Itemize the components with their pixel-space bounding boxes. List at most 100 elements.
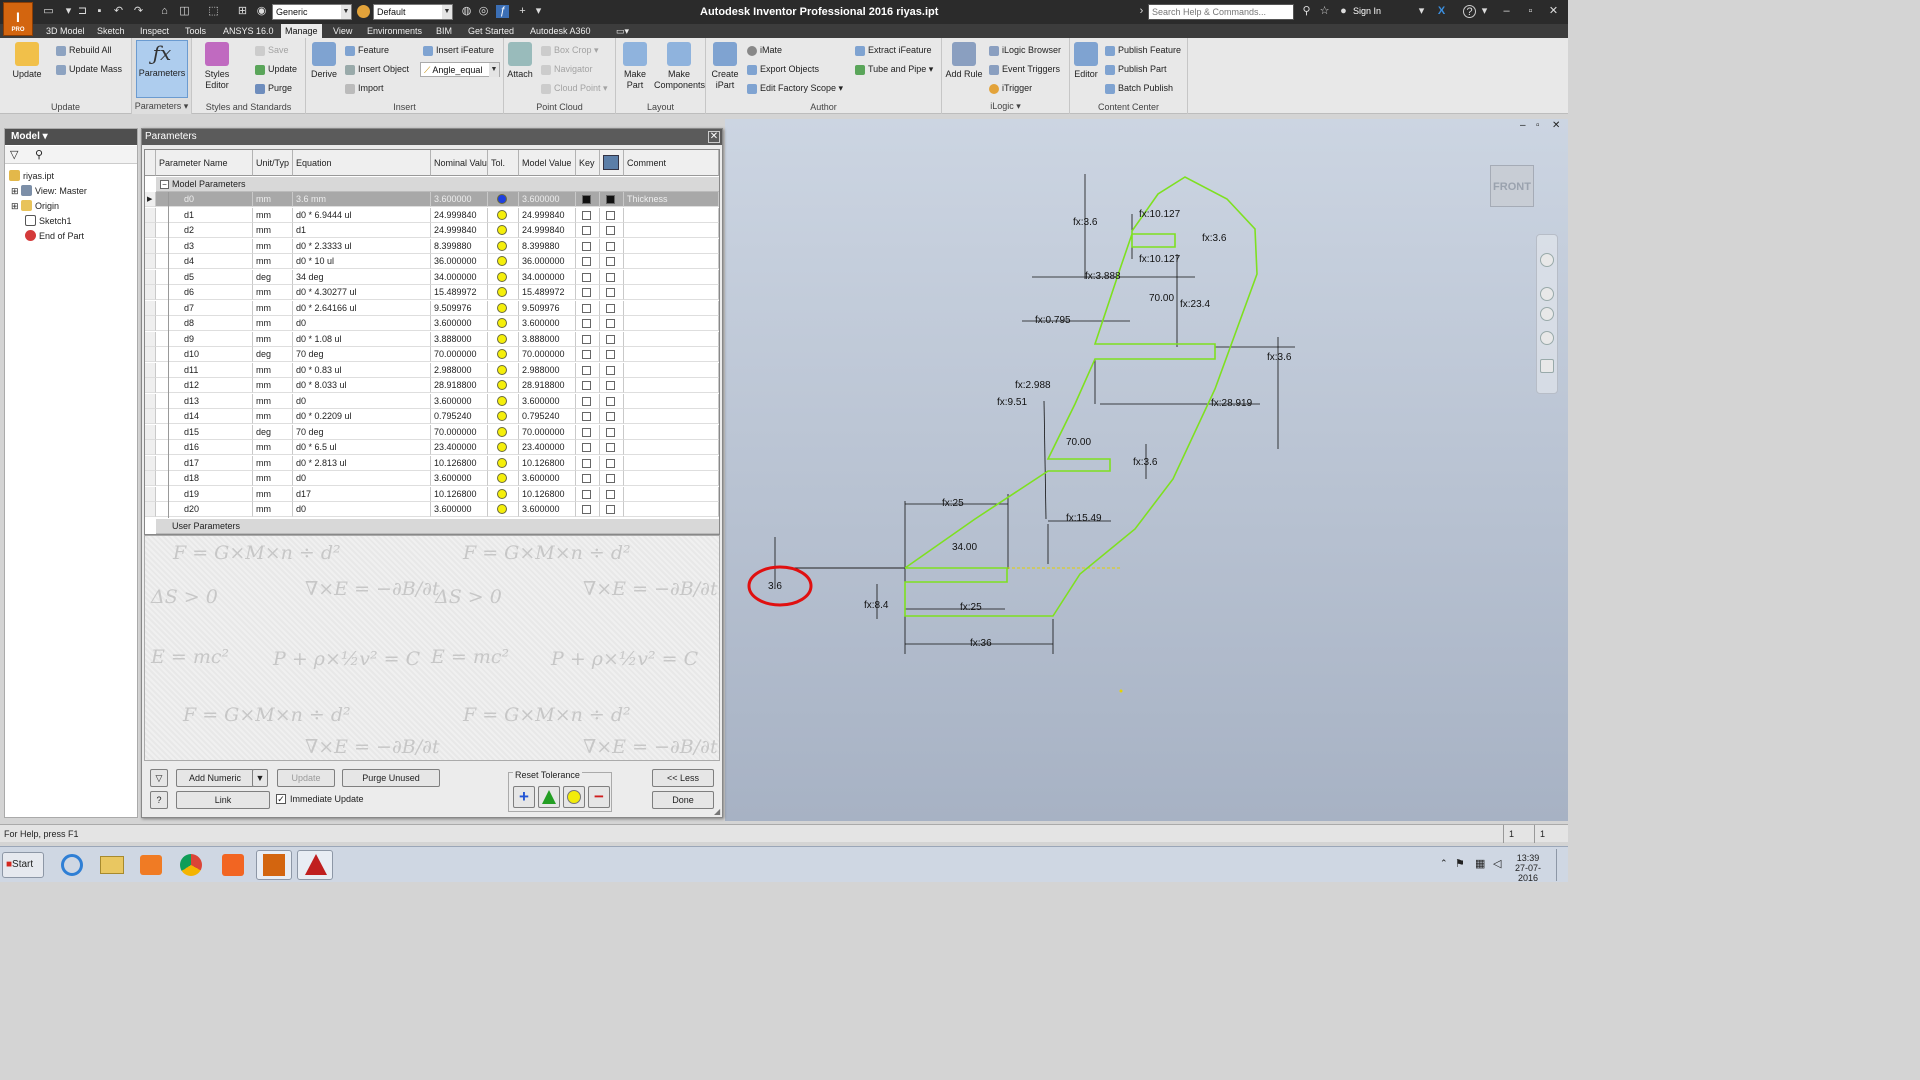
export-checkbox[interactable] (606, 195, 615, 204)
taskbar-media[interactable] (134, 850, 170, 880)
cell-tolerance[interactable] (488, 331, 519, 347)
make-part-button[interactable]: Make Part (618, 42, 652, 91)
dimension-label[interactable]: fx:25 (942, 498, 964, 509)
table-row[interactable]: d17 mm d0 * 2.813 ul 10.126800 10.126800 (145, 455, 719, 471)
done-button[interactable]: Done (652, 791, 714, 809)
cell-eq[interactable]: 70 deg (293, 347, 431, 362)
resize-grip-icon[interactable]: ◢ (714, 807, 720, 816)
key-checkbox[interactable] (582, 474, 591, 483)
tab-bim[interactable]: BIM (432, 24, 456, 38)
tab-extra-icon[interactable]: ▭▾ (612, 24, 633, 38)
row-selector[interactable] (145, 455, 156, 471)
cell-eq[interactable]: d0 * 6.5 ul (293, 440, 431, 455)
cell-eq[interactable]: d0 * 2.64166 ul (293, 300, 431, 316)
open-icon[interactable]: ▾ (62, 5, 75, 18)
cell-eq[interactable]: d0 (293, 502, 431, 517)
taskbar-explorer[interactable] (94, 850, 130, 880)
cell-tolerance[interactable] (488, 424, 519, 440)
dimension-label[interactable]: fx:3.6 (1202, 233, 1226, 244)
row-selector[interactable] (145, 316, 156, 331)
cell-comment[interactable] (624, 455, 719, 471)
collapse-icon[interactable]: − (160, 180, 169, 189)
styles-editor-button[interactable]: Styles Editor (197, 42, 237, 91)
cell-eq[interactable]: d0 * 2.813 ul (293, 455, 431, 471)
cell-tolerance[interactable] (488, 409, 519, 424)
key-checkbox[interactable] (582, 396, 591, 406)
table-row[interactable]: d5 deg 34 deg 34.000000 34.000000 (145, 269, 719, 285)
export-checkbox[interactable] (606, 489, 615, 499)
export-checkbox[interactable] (606, 303, 615, 313)
cell-eq[interactable]: d0 * 2.3333 ul (293, 238, 431, 254)
imate-button[interactable]: iMate (746, 43, 782, 58)
batch-publish-button[interactable]: Batch Publish (1104, 81, 1173, 96)
export-column-header[interactable] (600, 150, 624, 176)
row-selector[interactable] (145, 362, 156, 378)
dimension-label[interactable]: fx:0.795 (1035, 315, 1071, 326)
new-icon[interactable]: ▭ (42, 5, 55, 18)
table-row[interactable]: d7 mm d0 * 2.64166 ul 9.509976 9.509976 (145, 300, 719, 316)
cell-comment[interactable] (624, 378, 719, 393)
group-user-parameters[interactable]: User Parameters (156, 519, 719, 534)
key-checkbox[interactable] (582, 272, 591, 282)
tree-item-origin[interactable]: ⊞ Origin (11, 199, 59, 214)
tree-item-end-of-part[interactable]: End of Part (25, 229, 84, 244)
cell-comment[interactable] (624, 424, 719, 440)
export-checkbox[interactable] (606, 458, 615, 468)
dimension-label[interactable]: fx:36 (970, 638, 992, 649)
key-checkbox[interactable] (582, 257, 591, 266)
export-checkbox[interactable] (606, 257, 615, 266)
key-checkbox[interactable] (582, 241, 591, 251)
cell-tolerance[interactable] (488, 300, 519, 316)
update-button[interactable]: Update (277, 769, 335, 787)
tab-sketch[interactable]: Sketch (93, 24, 129, 38)
attach-button[interactable]: Attach (504, 42, 536, 80)
key-checkbox[interactable] (582, 458, 591, 468)
event-triggers-button[interactable]: Event Triggers (988, 62, 1060, 77)
key-checkbox[interactable] (582, 365, 591, 375)
column-header[interactable]: Unit/Typ (253, 150, 293, 176)
feature-button[interactable]: Feature (344, 43, 389, 58)
row-selector[interactable] (145, 378, 156, 393)
table-row[interactable]: d6 mm d0 * 4.30277 ul 15.489972 15.489972 (145, 285, 719, 300)
row-selector[interactable] (145, 424, 156, 440)
navigator-button[interactable]: Navigator (540, 62, 593, 77)
dimension-label[interactable]: 34.00 (952, 542, 977, 553)
dimension-label[interactable]: fx:9.51 (997, 397, 1027, 408)
cell-eq[interactable]: d17 (293, 486, 431, 502)
volume-icon[interactable]: ◁ (1493, 857, 1501, 870)
cell-comment[interactable] (624, 269, 719, 285)
application-menu-button[interactable]: I PRO (3, 2, 33, 36)
row-selector[interactable] (145, 254, 156, 269)
link-button[interactable]: Link (176, 791, 270, 809)
dimension-label[interactable]: fx:28.919 (1211, 398, 1252, 409)
cell-comment[interactable] (624, 223, 719, 238)
taskbar-inventor[interactable] (256, 850, 292, 880)
parameters-button[interactable]: ƒx Parameters (136, 40, 188, 98)
insert-object-button[interactable]: Insert Object (344, 62, 409, 77)
table-row[interactable]: d2 mm d1 24.999840 24.999840 (145, 223, 719, 238)
export-checkbox[interactable] (606, 396, 615, 406)
ilogic-browser-button[interactable]: iLogic Browser (988, 43, 1061, 58)
key-checkbox[interactable] (582, 210, 591, 220)
properties-icon[interactable]: ◉ (255, 5, 268, 18)
table-row[interactable]: d13 mm d0 3.600000 3.600000 (145, 393, 719, 409)
taskbar-ie[interactable] (54, 850, 90, 880)
cell-eq[interactable]: d1 (293, 223, 431, 238)
derive-button[interactable]: Derive (308, 42, 340, 80)
export-checkbox[interactable] (606, 412, 615, 421)
key-checkbox[interactable] (582, 505, 591, 514)
cell-eq[interactable]: 70 deg (293, 424, 431, 440)
cell-comment[interactable]: Thickness (624, 192, 719, 207)
table-row[interactable]: d20 mm d0 3.600000 3.600000 (145, 502, 719, 517)
upper-tolerance-button[interactable]: + (513, 786, 535, 808)
home-icon[interactable]: ⌂ (158, 5, 171, 18)
cell-comment[interactable] (624, 347, 719, 362)
median-tolerance-button[interactable] (563, 786, 585, 808)
cell-tolerance[interactable] (488, 455, 519, 471)
insert-ifeature-button[interactable]: Insert iFeature (422, 43, 494, 58)
cell-comment[interactable] (624, 331, 719, 347)
cell-comment[interactable] (624, 285, 719, 300)
key-checkbox[interactable] (582, 334, 591, 344)
cell-eq[interactable]: d0 (293, 393, 431, 409)
tab-inspect[interactable]: Inspect (136, 24, 173, 38)
